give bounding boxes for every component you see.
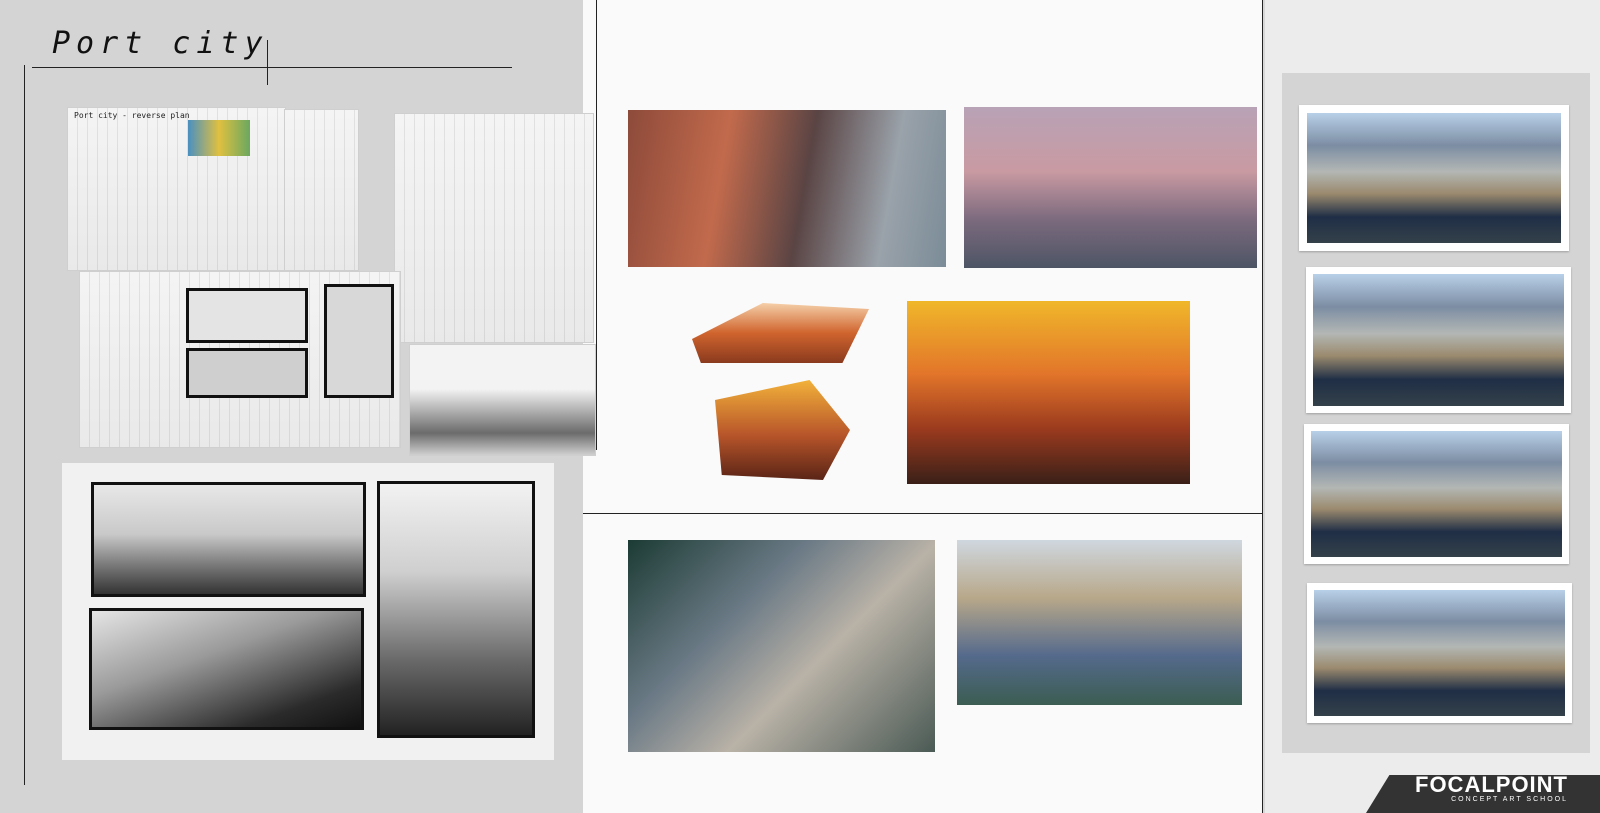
focalpoint-logo: FOCALPOINT CONCEPT ART SCHOOL xyxy=(1415,772,1568,804)
brand-tagline: CONCEPT ART SCHOOL xyxy=(1451,796,1568,803)
thumb-frame-2 xyxy=(186,348,308,398)
value-study-cranes xyxy=(89,608,364,730)
color-swatch-sketch xyxy=(188,120,250,156)
aerial-render-cranes xyxy=(957,540,1242,705)
color-study-dusk-towers xyxy=(964,107,1257,268)
divider-line-left xyxy=(596,0,598,450)
iteration-2 xyxy=(1306,267,1571,413)
value-studies xyxy=(62,463,554,760)
middle-divider xyxy=(583,513,1263,515)
color-study-orange-port xyxy=(907,301,1190,484)
iteration-4 xyxy=(1307,583,1572,723)
value-study-skyline xyxy=(91,482,366,597)
sketch-sheet-1: Port city - reverse plan xyxy=(68,108,285,270)
sketch-note: Port city - reverse plan xyxy=(74,111,190,120)
page-title: Port city xyxy=(52,26,269,61)
title-tick xyxy=(267,40,269,85)
left-guide-line xyxy=(24,65,26,785)
divider-line-right xyxy=(1262,0,1264,813)
iterations-panel xyxy=(1282,73,1590,753)
title-underline xyxy=(32,67,512,69)
thumb-frame-1 xyxy=(186,288,308,343)
sketch-sheet-2 xyxy=(285,110,358,270)
aerial-render-ships xyxy=(628,540,935,752)
thumb-frame-3 xyxy=(324,284,394,398)
iteration-3 xyxy=(1304,424,1569,564)
color-study-red-machinery xyxy=(628,110,946,267)
value-study-tower xyxy=(377,481,535,738)
composition-sheet xyxy=(80,272,400,447)
iteration-1 xyxy=(1299,105,1569,251)
ship-sketch xyxy=(410,345,595,455)
thumbnail-sheet xyxy=(395,114,593,342)
brand-name: FOCALPOINT xyxy=(1415,772,1568,797)
